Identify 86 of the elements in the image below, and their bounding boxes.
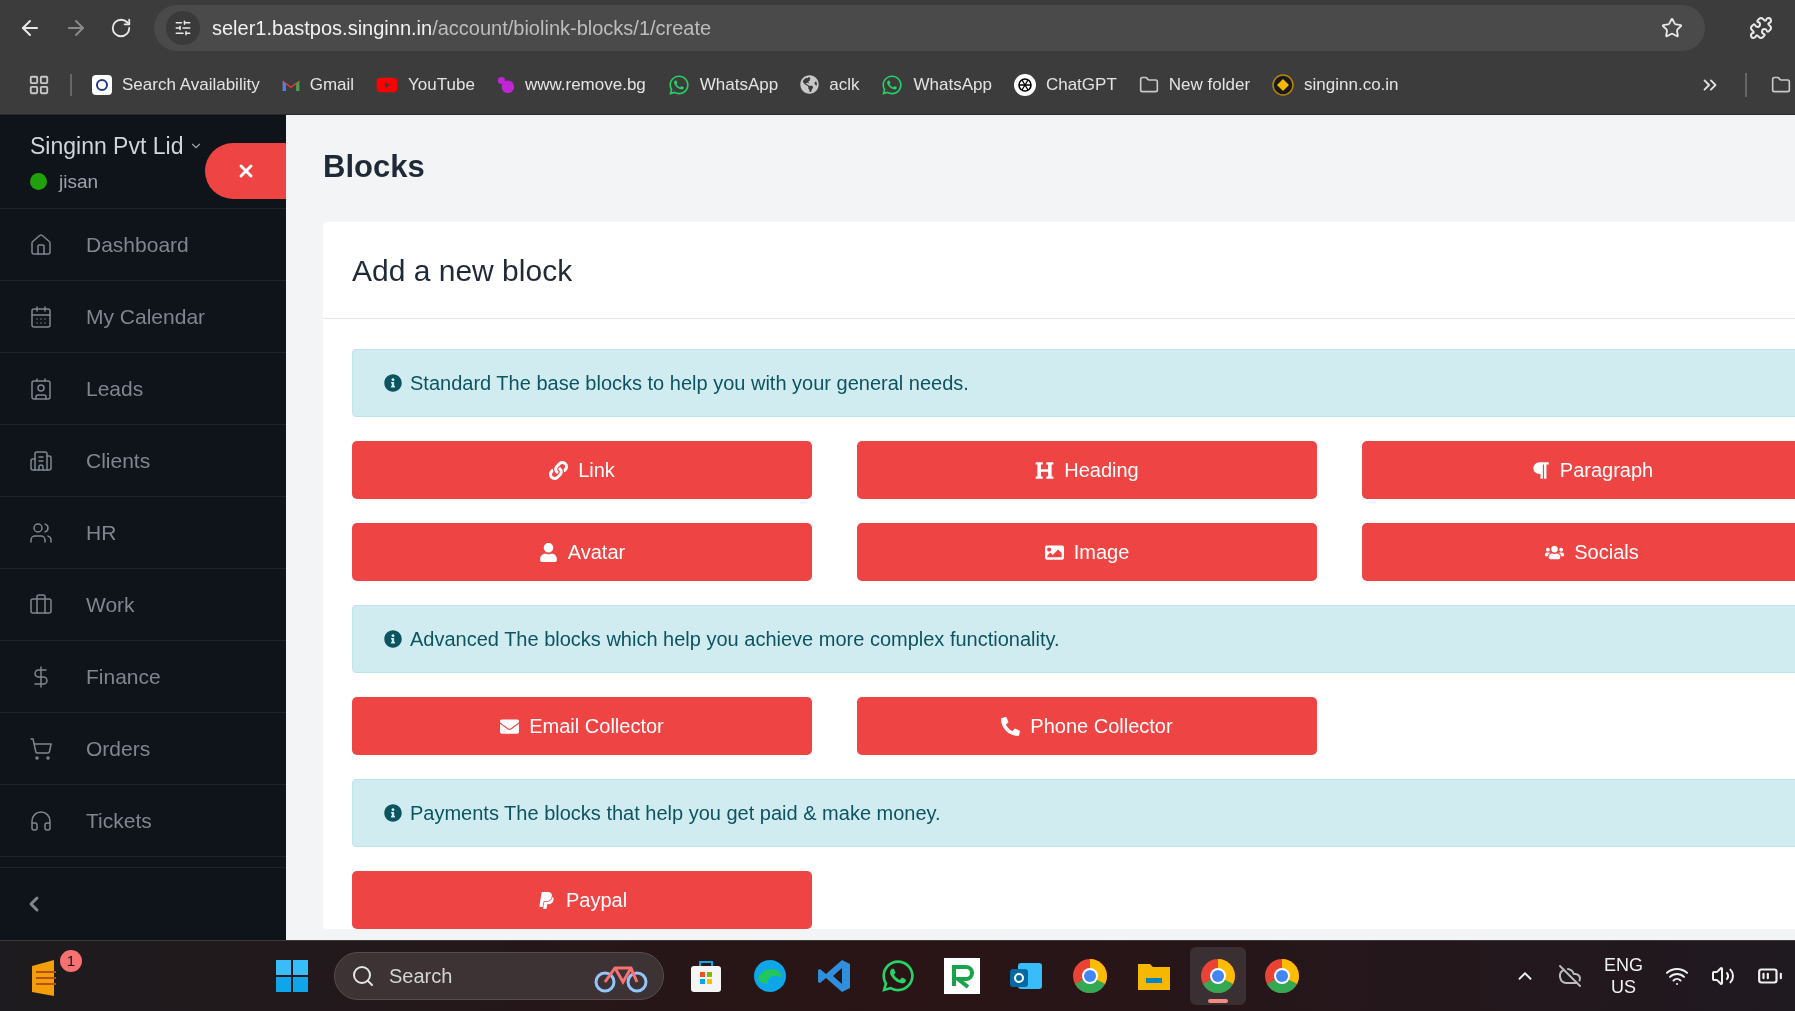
sidebar-item[interactable]: Finance xyxy=(0,641,286,713)
block-button[interactable]: Email Collector xyxy=(352,697,812,755)
paragraph-icon xyxy=(1530,460,1550,480)
block-button[interactable]: Heading xyxy=(857,441,1317,499)
calendar-icon xyxy=(29,304,53,329)
info-banner: Advanced The blocks which help you achieve more complex functionality. xyxy=(352,605,1795,673)
star-icon[interactable] xyxy=(1661,16,1683,39)
briefcase-icon xyxy=(29,592,53,617)
close-button[interactable] xyxy=(205,143,286,199)
phone-icon xyxy=(1001,716,1021,736)
globe-icon xyxy=(800,75,820,94)
url-text: seler1.bastpos.singinn.in/account/biolink-blocks/1/create xyxy=(212,15,712,41)
paypal-icon xyxy=(536,890,556,910)
chat-icon xyxy=(881,73,904,96)
shopping-bag-icon xyxy=(688,958,724,994)
bookmark[interactable]: Search Availability xyxy=(92,71,260,98)
folder-icon xyxy=(1138,74,1159,95)
chat-icon xyxy=(880,958,916,994)
bookmark[interactable]: Gmail xyxy=(281,71,355,98)
bookmark[interactable]: WhatsApp xyxy=(881,71,992,98)
block-button[interactable]: Socials xyxy=(1362,523,1795,581)
sidebar-item[interactable]: Work xyxy=(0,569,286,641)
heading-icon xyxy=(1035,460,1055,480)
user-name: jisan xyxy=(59,169,99,194)
sidebar-item[interactable]: HR xyxy=(0,497,286,569)
house-icon xyxy=(29,232,53,257)
ribbon-icon xyxy=(816,958,852,994)
reload-icon[interactable] xyxy=(110,16,132,39)
link-icon xyxy=(549,460,569,480)
taskbar-app[interactable] xyxy=(1190,947,1246,1005)
knot-icon xyxy=(1013,73,1036,96)
r-tile-icon xyxy=(944,958,980,994)
sidebar-item[interactable]: Leads xyxy=(0,353,286,425)
page-title: Blocks xyxy=(323,151,426,182)
bookmark[interactable]: New folder xyxy=(1138,71,1251,98)
info-icon xyxy=(384,374,402,392)
envelope-icon xyxy=(500,716,520,736)
block-button[interactable]: Avatar xyxy=(352,523,812,581)
sidebar-item[interactable]: Orders xyxy=(0,713,286,785)
card-title: Add a new block xyxy=(352,252,573,289)
sidebar-item[interactable]: Dashboard xyxy=(0,209,286,281)
headset-icon xyxy=(29,808,53,833)
round-logo-icon xyxy=(1264,958,1300,994)
sidebar-item[interactable]: Tickets xyxy=(0,785,286,857)
company-name: Singinn Pvt Lid xyxy=(30,132,184,161)
sidebar-item[interactable]: Clients xyxy=(0,425,286,497)
image-icon xyxy=(1044,542,1064,562)
window-grid-icon xyxy=(274,958,310,994)
info-icon xyxy=(384,804,402,822)
person-icon xyxy=(538,542,558,562)
search-icon xyxy=(351,964,375,988)
block-button[interactable]: Paypal xyxy=(352,871,812,929)
cloud-off-icon[interactable] xyxy=(1558,964,1582,988)
folder-icon[interactable] xyxy=(1771,74,1791,95)
block-button[interactable]: Link xyxy=(352,441,812,499)
bookmark[interactable]: ChatGPT xyxy=(1013,71,1117,98)
sidebar-item[interactable]: My Calendar xyxy=(0,281,286,353)
contact-card-icon xyxy=(29,376,53,401)
bookmark[interactable]: singinn.co.in xyxy=(1272,71,1399,98)
wave-circle-icon xyxy=(752,958,788,994)
block-button[interactable]: Phone Collector xyxy=(857,697,1317,755)
building-icon xyxy=(29,448,53,473)
notification-badge: 1 xyxy=(60,950,82,972)
cart-icon xyxy=(29,736,53,761)
info-icon xyxy=(384,630,402,648)
language-indicator[interactable]: ENG US xyxy=(1604,954,1643,998)
blob-icon xyxy=(496,75,515,94)
block-button[interactable]: Paragraph xyxy=(1362,441,1795,499)
speaker-icon[interactable] xyxy=(1711,964,1735,988)
address-bar[interactable]: seler1.bastpos.singinn.in/account/biolink-blocks/1/create xyxy=(154,4,1705,51)
people-icon xyxy=(29,520,53,545)
bookmark[interactable]: YouTube xyxy=(376,71,475,98)
round-logo-icon xyxy=(1072,958,1108,994)
apps-grid-icon[interactable] xyxy=(28,73,50,96)
block-button[interactable]: Image xyxy=(857,523,1317,581)
bookmark[interactable]: www.remove.bg xyxy=(496,71,646,98)
bookmark[interactable]: aclk xyxy=(800,71,860,98)
search-field[interactable]: Search xyxy=(334,952,664,1000)
info-banner: Payments The blocks that help you get paid & make money. xyxy=(352,779,1795,847)
round-logo-icon xyxy=(1200,958,1236,994)
emblem-icon xyxy=(92,74,112,95)
site-settings-icon[interactable] xyxy=(174,18,192,37)
puzzle-icon[interactable] xyxy=(1749,15,1773,40)
bookmark[interactable]: WhatsApp xyxy=(667,71,779,98)
chat-icon xyxy=(667,73,690,96)
info-banner: Standard The base blocks to help you with your general needs. xyxy=(352,349,1795,417)
